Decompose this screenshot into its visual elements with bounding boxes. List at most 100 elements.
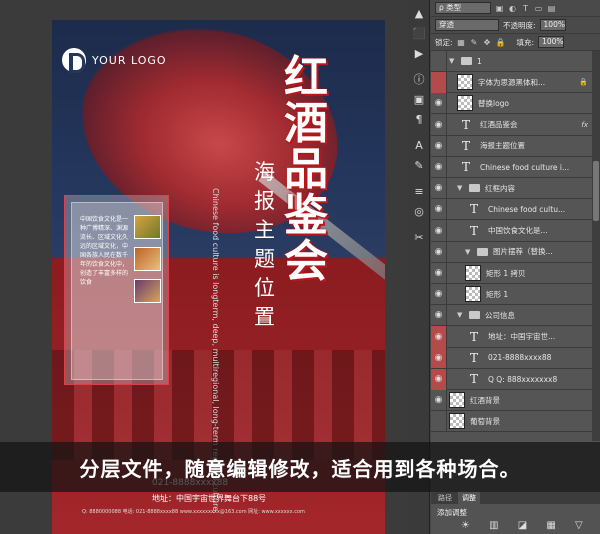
adjust-icons[interactable]: ☀ ▥ ◪ ▦ ▽ bbox=[461, 520, 591, 531]
lock-all-icon[interactable]: 🔒 bbox=[496, 38, 506, 47]
lock-brush-icon[interactable]: ✎ bbox=[470, 38, 479, 47]
layer-name: 葡萄背景 bbox=[470, 416, 500, 426]
visibility-eye-icon[interactable] bbox=[431, 410, 447, 432]
expand-arrow-icon[interactable]: ▼ bbox=[449, 57, 456, 65]
layer-body: T Q Q: 888xxxxxxx8 bbox=[447, 369, 592, 390]
visibility-eye-icon[interactable]: ◉ bbox=[431, 347, 447, 369]
expand-arrow-icon[interactable]: ▼ bbox=[465, 248, 472, 256]
layer-body: 葡萄背景 bbox=[447, 411, 592, 432]
poster-main-title: 红酒品鉴会 bbox=[284, 52, 328, 287]
text-layer-icon: T bbox=[469, 223, 478, 238]
layer-row[interactable]: 字体为思源黑体和... 🔒 bbox=[431, 71, 592, 94]
layer-name: Q Q: 888xxxxxxx8 bbox=[488, 374, 558, 384]
visibility-eye-icon[interactable]: ◉ bbox=[431, 326, 447, 348]
visibility-eye-icon[interactable]: ◉ bbox=[431, 220, 447, 242]
tool-icon-9[interactable]: ◎ bbox=[411, 204, 427, 220]
tool-icon-7[interactable]: ✎ bbox=[411, 158, 427, 174]
layer-body: 矩形 1 bbox=[447, 284, 592, 305]
lock-label: 锁定: bbox=[435, 37, 453, 47]
poster-english-text: Chinese food culture is longterm, deep, … bbox=[211, 188, 220, 514]
visibility-eye-icon[interactable] bbox=[431, 50, 447, 72]
folder-icon bbox=[469, 184, 480, 193]
layer-row[interactable]: ◉ T 021-8888xxxx88 bbox=[431, 347, 592, 369]
layer-name: 红酒品鉴会 bbox=[480, 120, 518, 130]
bottom-panel-tabs: 路径 调整 bbox=[431, 492, 600, 504]
layer-name: Chinese food culture i... bbox=[480, 162, 570, 172]
layer-row[interactable]: ◉ 红酒背景 bbox=[431, 389, 592, 412]
visibility-eye-icon[interactable]: ◉ bbox=[431, 368, 447, 390]
layer-body: ▼ 图片摆荐（替换... bbox=[447, 241, 592, 262]
visibility-eye-icon[interactable]: ◉ bbox=[431, 198, 447, 220]
pixel-filter-icon[interactable]: ▣ bbox=[495, 4, 504, 13]
layer-body: T Chinese food cultu... bbox=[447, 199, 592, 220]
layer-name: 矩形 1 拷贝 bbox=[486, 268, 526, 278]
layer-name: 矩形 1 bbox=[486, 289, 509, 299]
visibility-eye-icon[interactable]: ◉ bbox=[431, 135, 447, 157]
info-text: 中国饮食文化是一种广博精深、渊源流长、区域文化久远的区域文化，中国各族人民在数千… bbox=[80, 216, 129, 286]
visibility-eye-icon[interactable]: ◉ bbox=[431, 283, 447, 305]
layer-row[interactable]: ◉ T Q Q: 888xxxxxxx8 bbox=[431, 368, 592, 390]
layers-scroll-thumb[interactable] bbox=[593, 161, 599, 221]
opacity-label: 不透明度: bbox=[503, 20, 536, 30]
opacity-input[interactable]: 100% bbox=[539, 19, 566, 31]
expand-arrow-icon[interactable]: ▼ bbox=[457, 184, 464, 192]
text-filter-icon[interactable]: T bbox=[521, 4, 530, 13]
layer-row[interactable]: ◉ T Chinese food cultu... bbox=[431, 198, 592, 221]
layer-row[interactable]: 葡萄背景 bbox=[431, 410, 592, 433]
visibility-eye-icon[interactable] bbox=[431, 71, 447, 93]
layer-name: 1 bbox=[477, 56, 482, 66]
layer-row[interactable]: ◉ 矩形 1 bbox=[431, 283, 592, 306]
shape-filter-icon[interactable]: ▭ bbox=[534, 4, 543, 13]
tool-icon-1[interactable]: ⬛ bbox=[411, 26, 427, 42]
lock-move-icon[interactable]: ✥ bbox=[483, 38, 492, 47]
panel-tab[interactable]: 路径 bbox=[434, 492, 456, 504]
smart-filter-icon[interactable]: ▤ bbox=[547, 4, 556, 13]
layers-list[interactable]: ▼ 1 字体为思源黑体和... 🔒 ◉ 替换logo ◉ T 红酒品鉴会 fx ◉ T 海报主题位置 ◉ T… bbox=[431, 50, 600, 441]
layer-row[interactable]: ◉ T Chinese food culture i... bbox=[431, 156, 592, 178]
tool-icon-8[interactable]: ≡ bbox=[411, 184, 427, 200]
poster-subtitle: 海报主题位置 bbox=[254, 160, 275, 329]
visibility-eye-icon[interactable]: ◉ bbox=[431, 241, 447, 263]
layer-row[interactable]: ◉ T 地址：中国宇宙世... bbox=[431, 326, 592, 348]
layer-row[interactable]: ◉ T 海报主题位置 bbox=[431, 135, 592, 157]
visibility-eye-icon[interactable]: ◉ bbox=[431, 114, 447, 136]
visibility-eye-icon[interactable]: ◉ bbox=[431, 156, 447, 178]
info-inner-panel: 中国饮食文化是一种广博精深、渊源流长、区域文化久远的区域文化，中国各族人民在数千… bbox=[71, 202, 163, 380]
tool-icon-6[interactable]: A bbox=[411, 138, 427, 154]
lock-pixels-icon[interactable]: ▦ bbox=[457, 38, 466, 47]
layer-body: T 海报主题位置 bbox=[447, 135, 592, 156]
layer-row[interactable]: ◉ 矩形 1 拷贝 bbox=[431, 262, 592, 284]
layer-row[interactable]: ◉ T 中国饮食文化是... bbox=[431, 220, 592, 242]
tool-icon-5[interactable]: ¶ bbox=[411, 112, 427, 128]
visibility-eye-icon[interactable]: ◉ bbox=[431, 262, 447, 284]
tool-icon-2[interactable]: ▶ bbox=[411, 46, 427, 62]
fx-icon[interactable]: fx bbox=[581, 121, 588, 129]
layer-row[interactable]: ◉ ▼ 图片摆荐（替换... bbox=[431, 241, 592, 263]
tool-icon-4[interactable]: ▣ bbox=[411, 92, 427, 108]
blend-mode-select[interactable]: 穿透 bbox=[435, 19, 499, 31]
expand-arrow-icon[interactable]: ▼ bbox=[457, 311, 464, 319]
layer-name: 021-8888xxxx88 bbox=[488, 353, 552, 363]
layer-name: 海报主题位置 bbox=[480, 141, 525, 151]
layer-body: 字体为思源黑体和... 🔒 bbox=[447, 72, 592, 93]
layer-thumbnail bbox=[465, 265, 481, 281]
tool-icon-10[interactable]: ✂ bbox=[411, 230, 427, 246]
tool-icon-3[interactable]: ⓘ bbox=[411, 72, 427, 88]
layer-row[interactable]: ◉ ▼ 公司信息 bbox=[431, 304, 592, 327]
layer-row[interactable]: ◉ ▼ 红框内容 bbox=[431, 177, 592, 200]
fill-input[interactable]: 100% bbox=[538, 36, 565, 48]
layer-row[interactable]: ◉ 替换logo bbox=[431, 92, 592, 115]
visibility-eye-icon[interactable]: ◉ bbox=[431, 177, 447, 199]
adjust-filter-icon[interactable]: ◐ bbox=[508, 4, 517, 13]
layer-filter-select[interactable]: ρ 类型 bbox=[435, 2, 491, 14]
layers-scrollbar[interactable] bbox=[592, 51, 600, 441]
panel-tab[interactable]: 调整 bbox=[458, 492, 480, 504]
visibility-eye-icon[interactable]: ◉ bbox=[431, 304, 447, 326]
food-photo-1 bbox=[134, 215, 161, 239]
layer-body: 矩形 1 拷贝 bbox=[447, 263, 592, 284]
visibility-eye-icon[interactable]: ◉ bbox=[431, 92, 447, 114]
tool-icon-0[interactable]: ▲ bbox=[411, 6, 427, 22]
layer-row[interactable]: ◉ T 红酒品鉴会 fx bbox=[431, 114, 592, 136]
layer-row[interactable]: ▼ 1 bbox=[431, 50, 592, 72]
visibility-eye-icon[interactable]: ◉ bbox=[431, 389, 447, 411]
